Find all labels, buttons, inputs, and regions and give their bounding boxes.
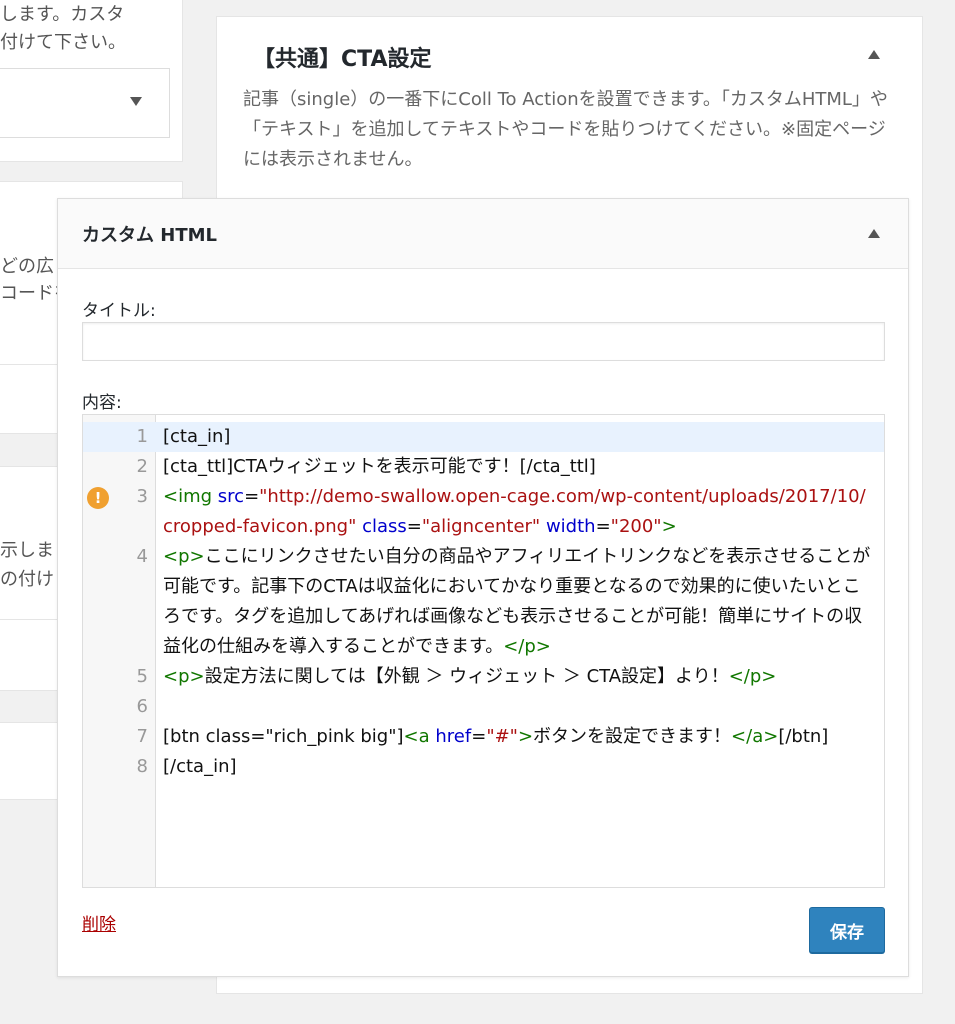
code-token: = <box>595 516 611 537</box>
code-token: <a <box>403 726 430 747</box>
code-line-text: [cta_ttl]CTAウィジェットを表示可能です！[/cta_ttl] <box>163 452 873 482</box>
code-token: width <box>545 516 596 537</box>
code-line-text: <p>ここにリンクさせたい自分の商品やアフィリエイトリンクなどを表示させることが… <box>163 542 873 662</box>
code-token: [btn class="rich_pink big"] <box>163 726 404 747</box>
cta-panel-description: 記事（single）の一番下にColl To Actionを設置できます。「カス… <box>243 89 888 170</box>
line-number: 8 <box>136 756 148 777</box>
widget-header[interactable]: カスタム HTML <box>58 199 908 269</box>
title-field-label: タイトル: <box>82 301 156 321</box>
code-editor[interactable]: 1 [cta_in] 2 [cta_ttl]CTAウィジェットを表示可能です！[/ct… <box>82 414 885 888</box>
code-token: "200" <box>610 516 662 537</box>
line-number: 1 <box>136 426 148 447</box>
line-number: 7 <box>136 726 148 747</box>
code-token: ボタンを設定できます！ <box>533 726 732 747</box>
delete-link[interactable]: 削除 <box>82 910 116 935</box>
code-token: [cta_ttl]CTAウィジェットを表示可能です！[/cta_ttl] <box>163 456 596 477</box>
triangle-up-icon[interactable] <box>868 229 880 238</box>
code-line[interactable]: 5 <p>設定方法に関しては【外観 ＞ ウィジェット ＞ CTA設定】より！</p… <box>83 662 884 692</box>
code-lines[interactable]: 1 [cta_in] 2 [cta_ttl]CTAウィジェットを表示可能です！[/ct… <box>83 422 884 782</box>
save-button[interactable]: 保存 <box>809 907 885 953</box>
left-widget-text: 付けて下さい。 <box>0 32 126 53</box>
code-token: src <box>217 486 245 507</box>
code-line[interactable]: 1 [cta_in] <box>83 422 884 452</box>
widget-title: カスタム HTML <box>82 225 217 246</box>
code-line-text: <img src="http://demo-swallow.open-cage.… <box>163 482 873 542</box>
code-token: </p> <box>503 636 551 657</box>
code-token: [/btn] <box>778 726 829 747</box>
code-line[interactable]: 8 [/cta_in] <box>83 752 884 782</box>
code-token: 設定方法に関しては【外観 ＞ ウィジェット ＞ CTA設定】より！ <box>204 666 729 687</box>
content-field-label: 内容: <box>82 393 122 413</box>
left-widget-select[interactable] <box>0 68 170 138</box>
left-widget-text: の付け <box>0 569 54 590</box>
code-line[interactable]: 3! <img src="http://demo-swallow.open-cag… <box>83 482 884 542</box>
warning-icon[interactable]: ! <box>87 487 109 509</box>
code-line-text: ​ <box>163 692 873 722</box>
title-input[interactable] <box>82 322 885 361</box>
code-line[interactable]: 2 [cta_ttl]CTAウィジェットを表示可能です！[/cta_ttl] <box>83 452 884 482</box>
cta-panel-title[interactable]: 【共通】CTA設定 <box>253 41 431 73</box>
code-line[interactable]: 7 [btn class="rich_pink big"]<a href="#">… <box>83 722 884 752</box>
code-token: [/cta_in] <box>163 756 237 777</box>
code-token: <img <box>163 486 213 507</box>
code-line-text: <p>設定方法に関しては【外観 ＞ ウィジェット ＞ CTA設定】より！</p> <box>163 662 873 692</box>
line-number: 2 <box>136 456 148 477</box>
triangle-down-icon <box>130 97 142 106</box>
code-token: = <box>244 486 260 507</box>
code-token: > <box>517 726 534 747</box>
code-token: = <box>406 516 422 537</box>
triangle-up-icon[interactable] <box>868 50 880 59</box>
code-line[interactable]: 4 <p>ここにリンクさせたい自分の商品やアフィリエイトリンクなどを表示させること… <box>83 542 884 662</box>
line-number: 5 <box>136 666 148 687</box>
code-token: > <box>661 516 677 537</box>
code-token: <p> <box>163 666 205 687</box>
code-line-text: [btn class="rich_pink big"]<a href="#">ボ… <box>163 722 873 752</box>
code-line-text: [/cta_in] <box>163 752 873 782</box>
widget-admin-screen: します。カスタ 付けて下さい。 どの広 コードを 示しま の付け 【共通】CTA… <box>0 0 955 1024</box>
code-line[interactable]: 6​ <box>83 692 884 722</box>
left-widget-box-1: します。カスタ 付けて下さい。 <box>0 0 183 162</box>
code-token: [cta_in] <box>163 426 231 447</box>
left-widget-text: 示しま <box>0 540 54 561</box>
code-token: "#" <box>486 726 518 747</box>
line-number: 6 <box>136 696 148 717</box>
code-token: = <box>471 726 487 747</box>
code-token: href <box>435 726 472 747</box>
code-token: </a> <box>731 726 779 747</box>
code-token: class <box>362 516 407 537</box>
code-token: </p> <box>728 666 777 687</box>
code-token: <p> <box>163 546 205 567</box>
line-number: 4 <box>136 546 148 567</box>
code-line-text: [cta_in] <box>163 422 873 452</box>
custom-html-widget: カスタム HTML タイトル: 内容: 1 [cta_in] 2 [cta_ttl]C… <box>57 198 909 977</box>
code-token: "aligncenter" <box>421 516 541 537</box>
